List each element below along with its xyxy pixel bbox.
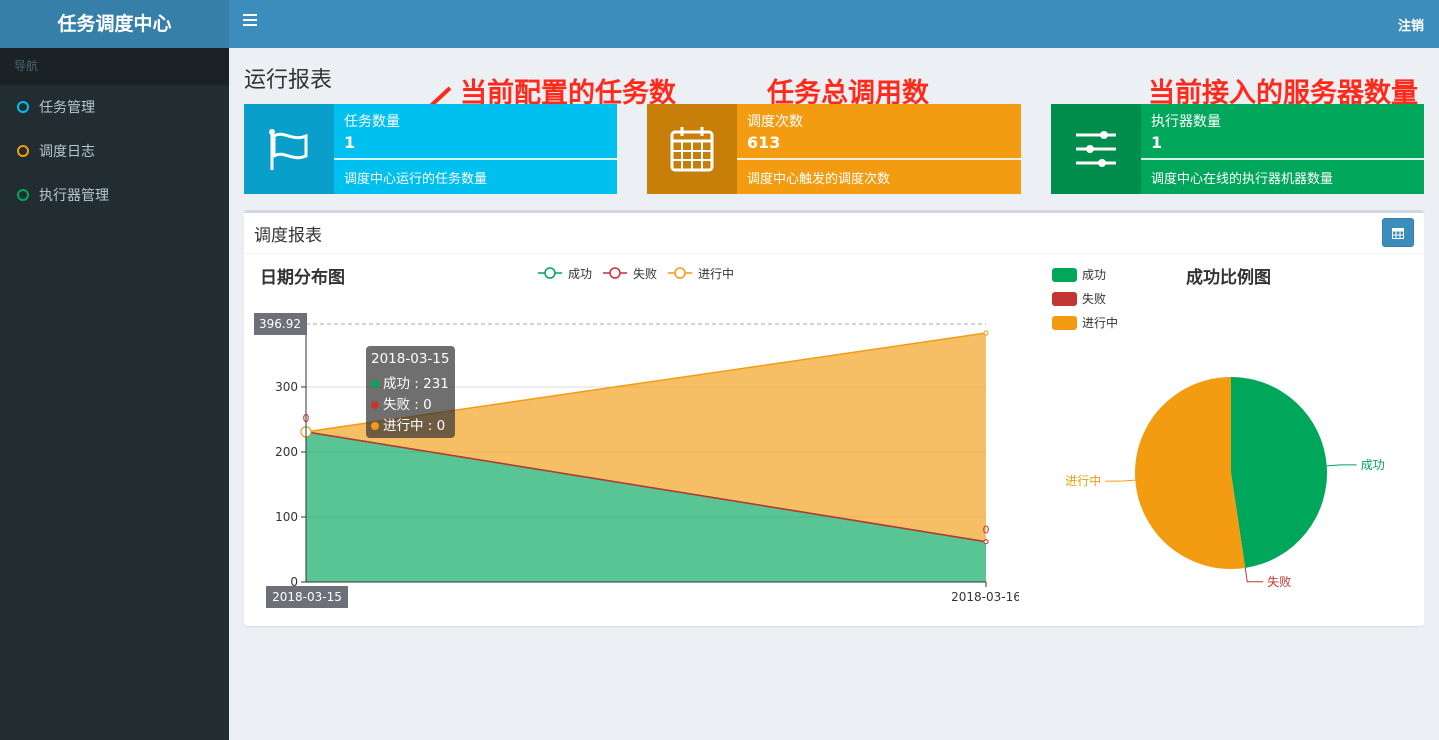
- tooltip-text: 进行中 : 0: [383, 418, 446, 434]
- series-dot: [371, 422, 379, 430]
- info-box-task-count: 任务数量 1 调度中心运行的任务数量: [244, 104, 617, 194]
- pie-label-line: [1244, 567, 1264, 583]
- y-tick-label: 200: [275, 445, 298, 459]
- y-tick-label: 100: [275, 510, 298, 524]
- sidebar-item-task-manage[interactable]: 任务管理: [0, 85, 229, 129]
- info-box-icon-area: [647, 104, 737, 194]
- info-box-executor-count: 执行器数量 1 调度中心在线的执行器机器数量: [1051, 104, 1424, 194]
- series-dot: [371, 380, 379, 388]
- pie-label-line: [1105, 479, 1136, 482]
- data-label: 0: [983, 524, 990, 537]
- info-box-description: 调度中心触发的调度次数: [747, 172, 891, 187]
- legend-marker: [544, 267, 556, 279]
- date-range-button[interactable]: [1382, 218, 1414, 247]
- legend-label: 进行中: [698, 266, 734, 281]
- chart-title: 成功比例图: [1186, 267, 1271, 288]
- info-box-divider: [1141, 158, 1424, 160]
- pie-label-line: [1326, 464, 1357, 467]
- calendar-icon: [1392, 227, 1404, 239]
- success-ratio-chart: 成功比例图成功失败进行中成功失败进行中: [1052, 267, 1385, 589]
- menu-toggle-icon[interactable]: [243, 14, 257, 28]
- pie-label: 进行中: [1065, 473, 1101, 488]
- chart-tooltip: 2018-03-15 成功 : 231 失败 : 0 进行中 : 0: [366, 346, 455, 438]
- top-navbar: 注销: [229, 0, 1439, 48]
- chart-title: 日期分布图: [260, 267, 345, 288]
- info-box-divider: [334, 158, 617, 160]
- legend-swatch: [1052, 316, 1077, 330]
- sidebar-item-label: 执行器管理: [39, 188, 109, 204]
- y-tick-label: 300: [275, 380, 298, 394]
- legend-marker: [674, 267, 686, 279]
- info-box-label: 执行器数量: [1151, 114, 1221, 130]
- info-box-schedule-count: 调度次数 613 调度中心触发的调度次数: [647, 104, 1021, 194]
- legend-label: 失败: [633, 266, 657, 281]
- pie-label: 失败: [1267, 574, 1291, 589]
- info-box-value: 1: [344, 133, 356, 152]
- legend-label: 成功: [1082, 268, 1106, 282]
- info-box-label: 任务数量: [344, 114, 400, 130]
- sidebar-item-label: 任务管理: [39, 100, 95, 116]
- sidebar-item-executor-manage[interactable]: 执行器管理: [0, 173, 229, 217]
- calendar-icon: [670, 127, 714, 172]
- circle-icon: [17, 101, 29, 113]
- legend-label: 进行中: [1082, 315, 1118, 330]
- pie-slice-成功: [1231, 377, 1327, 568]
- legend-swatch: [1052, 268, 1077, 282]
- info-box-icon-area: [244, 104, 334, 194]
- info-box-label: 调度次数: [747, 114, 803, 130]
- series-dot: [371, 401, 379, 409]
- legend-label: 成功: [568, 267, 592, 281]
- nav-header: 导航: [0, 48, 229, 85]
- tooltip-date: 2018-03-15: [371, 351, 450, 367]
- tooltip-text: 成功 : 231: [383, 376, 449, 392]
- sidebar-item-label: 调度日志: [39, 144, 95, 160]
- info-box-description: 调度中心运行的任务数量: [344, 172, 488, 187]
- legend-label: 失败: [1082, 291, 1106, 306]
- flag-icon: [269, 129, 308, 170]
- pie-label: 成功: [1361, 458, 1385, 472]
- sliders-icon: [1076, 131, 1116, 167]
- info-box-description: 调度中心在线的执行器机器数量: [1151, 172, 1334, 187]
- max-marker-label: 396.92: [259, 317, 301, 331]
- info-box-icon-area: [1051, 104, 1141, 194]
- sidebar-item-schedule-log[interactable]: 调度日志: [0, 129, 229, 173]
- info-box-value: 613: [747, 133, 781, 152]
- logout-link[interactable]: 注销: [1398, 15, 1424, 34]
- info-box-divider: [737, 158, 1021, 160]
- legend-swatch: [1052, 292, 1077, 306]
- legend-marker: [609, 267, 621, 279]
- sidebar: 任务调度中心 导航 任务管理 调度日志 执行器管理: [0, 0, 229, 740]
- info-box-value: 1: [1151, 133, 1163, 152]
- circle-icon: [17, 145, 29, 157]
- tooltip-line-fail: 失败 : 0: [371, 393, 432, 413]
- panel-title: 调度报表: [254, 226, 322, 246]
- app-logo[interactable]: 任务调度中心: [0, 0, 229, 48]
- page-title: 运行报表: [244, 68, 333, 93]
- tooltip-text: 失败 : 0: [383, 397, 432, 413]
- circle-icon: [17, 189, 29, 201]
- tooltip-line-running: 进行中 : 0: [371, 414, 445, 434]
- axis-pointer-label: 2018-03-15: [272, 590, 342, 604]
- pie-slice-进行中: [1135, 377, 1246, 569]
- x-tick-label: 2018-03-16: [951, 590, 1019, 604]
- tooltip-line-success: 成功 : 231: [371, 372, 449, 392]
- data-point: [983, 330, 989, 336]
- date-distribution-chart: 日期分布图成功失败进行中0100200300002018-03-16396.92…: [254, 266, 1019, 608]
- data-point: [983, 539, 989, 545]
